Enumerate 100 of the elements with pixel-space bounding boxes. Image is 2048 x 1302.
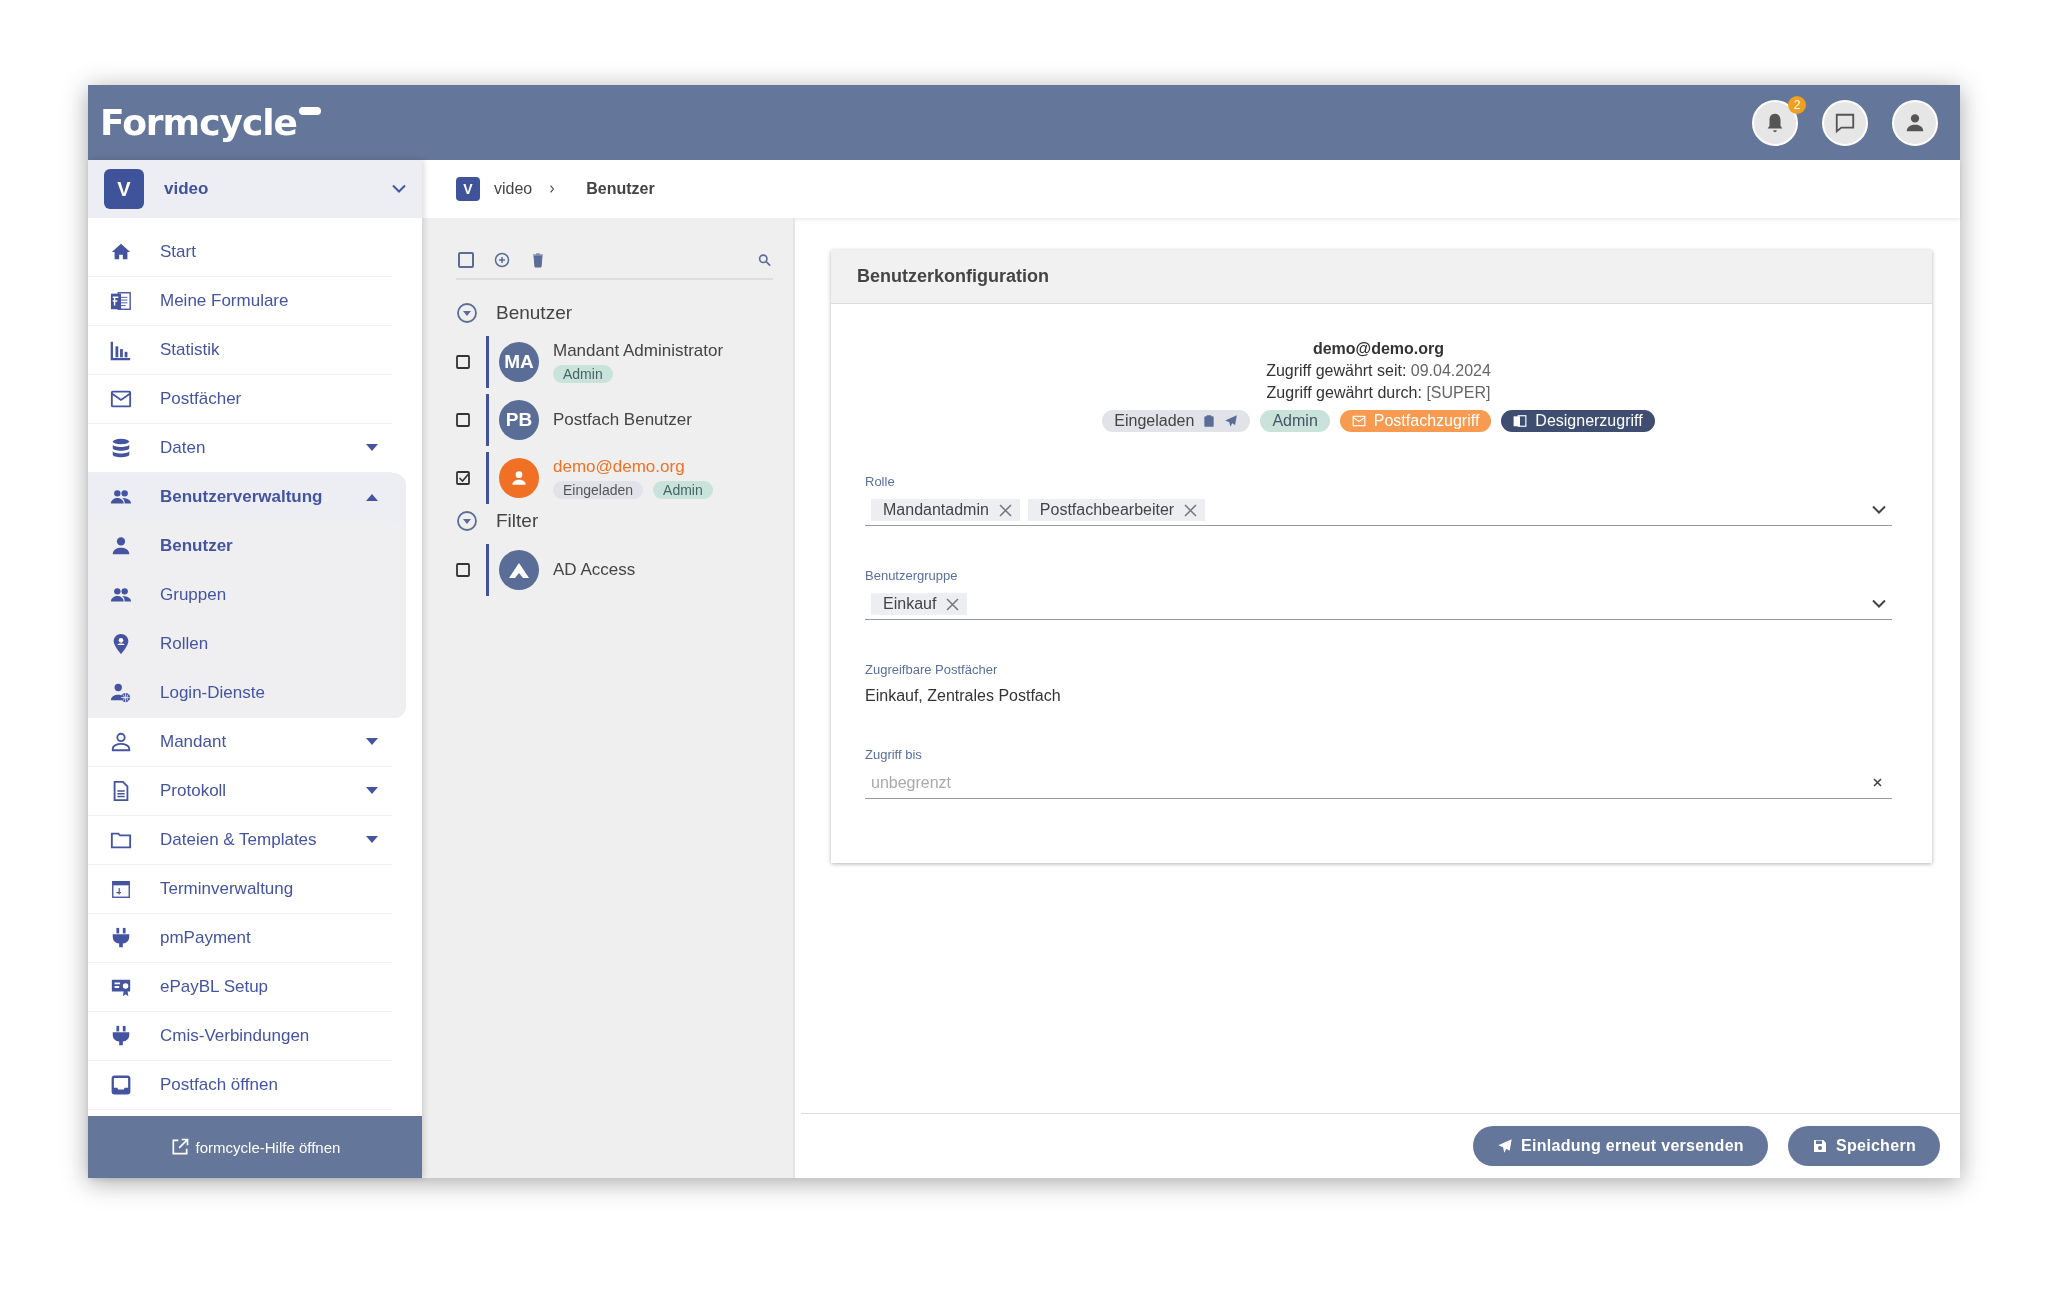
close-icon[interactable] (998, 503, 1012, 517)
user-list-item[interactable]: AD Access (486, 544, 636, 596)
checkbox-icon[interactable] (456, 563, 470, 577)
sidebar-item[interactable]: Protokoll (88, 767, 392, 816)
plug-icon (110, 1025, 132, 1047)
clear-icon[interactable] (1871, 776, 1884, 789)
chevron-down-icon (1872, 599, 1886, 609)
user-tag: Eingeladen (553, 481, 644, 499)
field-label: Benutzergruppe (865, 568, 959, 583)
checked-checkbox-icon[interactable] (456, 471, 470, 485)
breadcrumb-item: Benutzer (586, 180, 655, 198)
close-icon[interactable] (946, 597, 960, 611)
user-name: demo@demo.org (553, 457, 686, 477)
user-list-item[interactable]: demo@demo.org Eingeladen Admin (486, 452, 713, 504)
collapse-circle-icon[interactable] (456, 510, 478, 532)
resend-invitation-button[interactable]: Einladung erneut versenden (1472, 1126, 1768, 1166)
breadcrumb-item[interactable]: video (494, 180, 533, 198)
notification-count: 2 (1788, 95, 1806, 114)
send-icon[interactable] (1224, 414, 1239, 428)
user-tag: Admin (553, 365, 613, 383)
user-tag: Admin (653, 481, 713, 499)
info-line: Zugriff gewährt seit: 09.04.2024 (1266, 362, 1491, 380)
checkbox-icon[interactable] (456, 355, 470, 369)
send-icon (1496, 1138, 1513, 1154)
chat-bubble-icon (1834, 111, 1856, 134)
chevron-down-icon (392, 184, 406, 194)
tenant-avatar: V (104, 169, 144, 209)
field-label: Zugreifbare Postfächer (865, 662, 999, 677)
status-chip: Eingeladen (1102, 410, 1251, 432)
chat-button[interactable] (1822, 99, 1868, 146)
status-chip: Postfachzugriff (1339, 410, 1492, 432)
person-icon (110, 535, 132, 557)
avatar (499, 458, 539, 498)
clipboard-icon[interactable] (1202, 414, 1217, 428)
save-button[interactable]: Speichern (1787, 1126, 1940, 1166)
form-document-icon (1513, 414, 1528, 428)
group-title: Benutzer (496, 302, 573, 324)
multiselect-field[interactable]: Mandantadmin Postfachbearbeiter (865, 495, 1892, 526)
bar-chart-icon (110, 339, 132, 361)
info-line: Zugriff gewährt durch: [SUPER] (1266, 384, 1491, 402)
person-icon (1904, 111, 1926, 134)
trash-icon[interactable] (530, 252, 546, 268)
field-label: Zugriff bis (865, 747, 923, 762)
user-list-item[interactable]: MA Mandant Administrator Admin (486, 336, 724, 388)
sidebar-item[interactable]: Dateien & Templates (88, 816, 392, 865)
envelope-icon (1351, 414, 1366, 428)
user-list-item[interactable]: PB Postfach Benutzer (486, 394, 692, 446)
tenant-avatar: V (456, 177, 480, 201)
user-menu-button[interactable] (1892, 99, 1938, 146)
avatar: PB (499, 400, 539, 440)
user-name: Postfach Benutzer (553, 410, 692, 430)
plug-icon (110, 927, 132, 949)
date-field[interactable]: unbegrenzt (865, 768, 1892, 799)
user-name: AD Access (553, 560, 636, 580)
sidebar-subitem[interactable]: Login-Dienste (88, 669, 392, 718)
status-chip: Admin (1260, 410, 1330, 432)
logo: Formcycle (100, 102, 298, 143)
field-label: Rolle (865, 474, 896, 489)
multiselect-field[interactable]: Einkauf (865, 589, 1892, 620)
database-icon (110, 437, 132, 459)
user-email: demo@demo.org (1312, 340, 1445, 358)
help-link[interactable]: formcycle-Hilfe öffnen (88, 1116, 422, 1178)
field-value: Einkauf, Zentrales Postfach (865, 686, 1062, 705)
person-outline-icon (110, 731, 132, 753)
avatar (499, 550, 539, 590)
selected-value-chip: Postfachbearbeiter (1027, 499, 1206, 521)
selected-value-chip: Einkauf (871, 593, 968, 615)
group-title: Filter (496, 510, 539, 532)
logo-badge-icon (299, 107, 322, 115)
sidebar-item[interactable]: Cmis-Verbindungen (88, 1012, 392, 1061)
checkbox-icon[interactable] (458, 252, 474, 268)
sidebar-item[interactable]: Mandant (88, 718, 392, 767)
inbox-icon (110, 1074, 132, 1096)
sidebar-item[interactable]: ePayBL Setup (88, 963, 392, 1012)
search-icon[interactable] (758, 252, 771, 268)
sidebar-item[interactable]: pmPayment (88, 914, 392, 963)
sidebar-item[interactable]: Start (88, 228, 392, 277)
sidebar-item[interactable]: Terminverwaltung (88, 865, 392, 914)
sidebar-item[interactable]: Postfächer (88, 375, 392, 424)
sidebar-item[interactable]: Statistik (88, 326, 392, 375)
person-globe-icon (110, 682, 132, 704)
card-title: Benutzerkonfiguration (831, 250, 1932, 304)
sidebar-item[interactable]: Meine Formulare (88, 277, 392, 326)
tenant-name: video (164, 179, 210, 199)
tenant-selector[interactable]: V video (88, 160, 422, 218)
sidebar-subitem[interactable]: Gruppen (88, 571, 392, 620)
add-circle-icon[interactable] (494, 252, 510, 268)
notifications-button[interactable] (1752, 99, 1798, 146)
form-document-icon (110, 290, 132, 312)
avatar: MA (499, 342, 539, 382)
checkbox-icon[interactable] (456, 413, 470, 427)
status-chip: Designerzugriff (1501, 410, 1655, 432)
collapse-circle-icon[interactable] (456, 302, 478, 324)
user-name: Mandant Administrator (553, 341, 724, 361)
sidebar-item[interactable]: Postfach öffnen (88, 1061, 392, 1110)
selected-value-chip: Mandantadmin (871, 499, 1020, 521)
sidebar-subitem[interactable]: Benutzer (88, 522, 392, 571)
chevron-down-icon (1872, 505, 1886, 515)
close-icon[interactable] (1184, 503, 1198, 517)
sidebar-subitem[interactable]: Rollen (88, 620, 392, 669)
